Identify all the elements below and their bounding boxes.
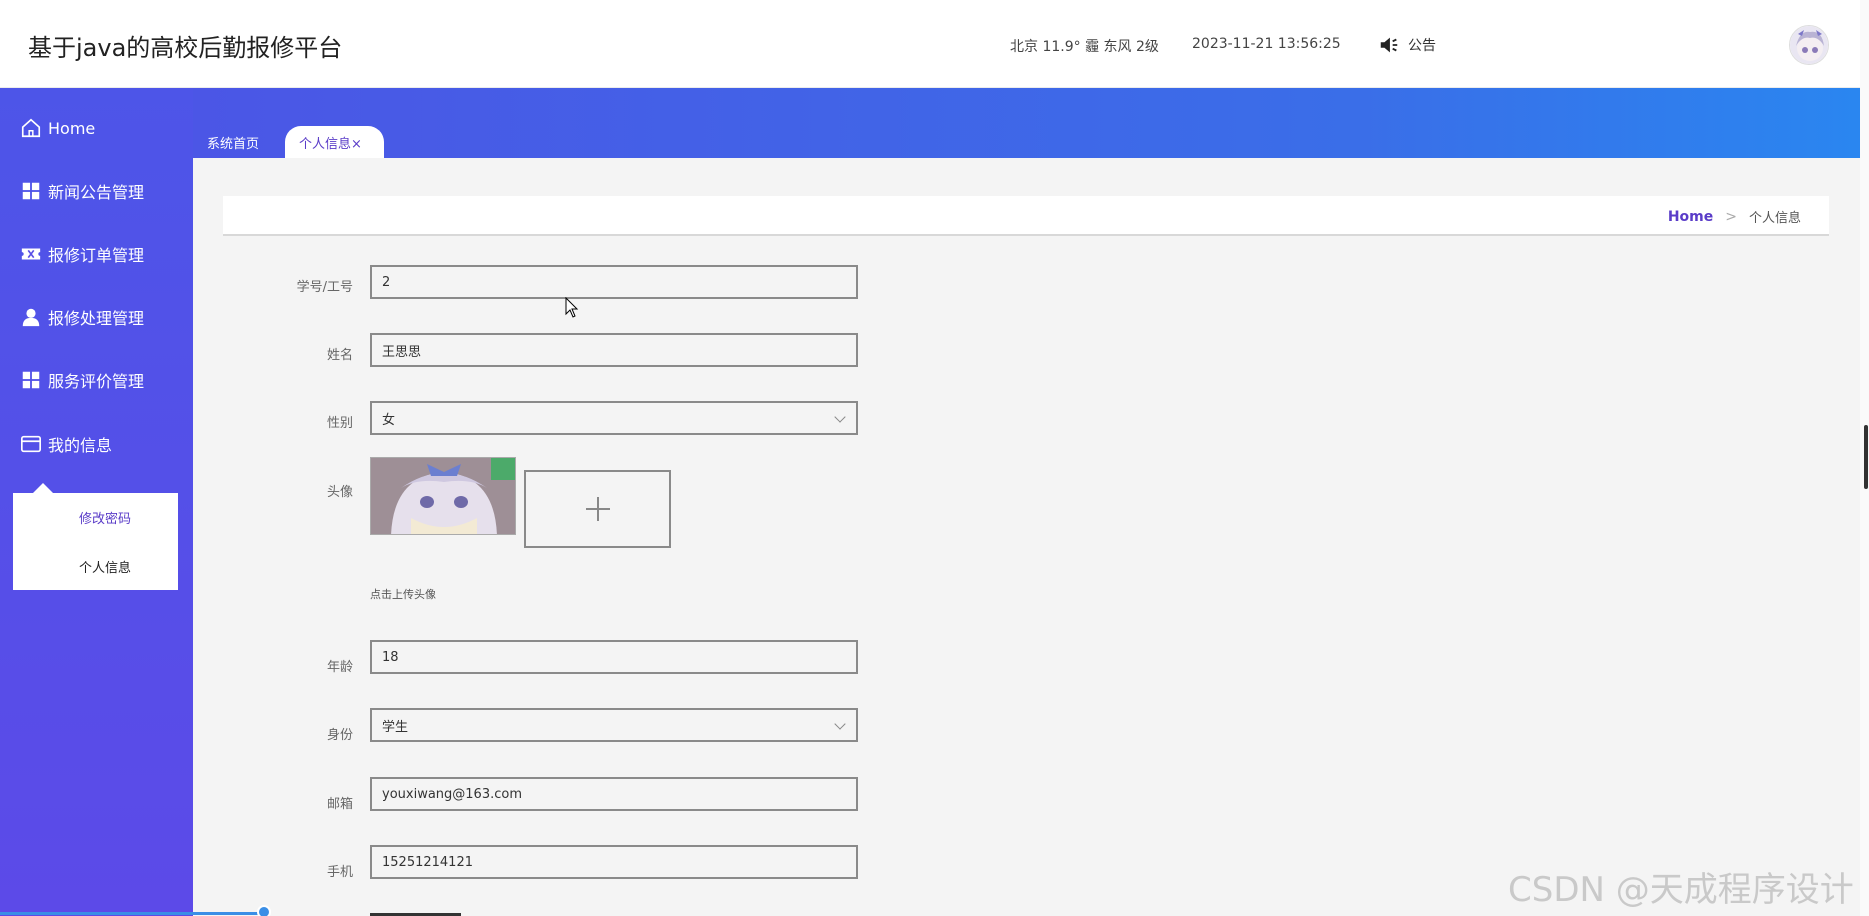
breadcrumb-home[interactable]: Home bbox=[1668, 209, 1713, 225]
name-label: 姓名 bbox=[326, 348, 353, 363]
gender-label: 性别 bbox=[326, 416, 353, 431]
current-datetime: 2023-11-21 13:56:25 bbox=[1192, 36, 1341, 52]
sidebar: Home 新闻公告管理 报修订单管理 报修处理管理 服务评价管理 我的信息 修改… bbox=[0, 88, 193, 916]
upload-hint: 点击上传头像 bbox=[370, 588, 436, 601]
breadcrumb-separator: > bbox=[1725, 208, 1737, 225]
mouse-cursor-icon bbox=[565, 297, 579, 318]
phone-field[interactable]: 15251214121 bbox=[370, 845, 858, 879]
tab-strip: 系统首页 个人信息× bbox=[193, 88, 1860, 158]
avatar-preview bbox=[370, 457, 516, 535]
id-field[interactable]: 2 bbox=[370, 265, 858, 299]
main-content: Home > 个人信息 学号/工号 2 姓名 王思思 性别 女 头像 点击上传头… bbox=[193, 158, 1860, 916]
grid-icon bbox=[20, 369, 42, 391]
ticket-icon bbox=[20, 243, 42, 265]
myinfo-submenu: 修改密码 个人信息 bbox=[13, 483, 178, 590]
plus-icon bbox=[585, 497, 610, 521]
sidebar-item-label: 报修订单管理 bbox=[48, 246, 145, 265]
phone-label: 手机 bbox=[326, 865, 353, 880]
sidebar-item-label: 我的信息 bbox=[48, 436, 113, 455]
top-header: 基于java的高校后勤报修平台 北京 11.9° 霾 东风 2级 2023-11… bbox=[0, 0, 1860, 88]
scrollbar-thumb[interactable] bbox=[1864, 425, 1868, 489]
grid-icon bbox=[20, 180, 42, 202]
age-label: 年龄 bbox=[326, 660, 353, 675]
submenu-change-password[interactable]: 修改密码 bbox=[79, 508, 131, 527]
sidebar-item-home[interactable]: Home bbox=[20, 110, 95, 146]
avatar-label: 头像 bbox=[326, 485, 353, 500]
user-avatar[interactable] bbox=[1789, 25, 1829, 65]
submenu-personal-info[interactable]: 个人信息 bbox=[79, 557, 131, 576]
progress-handle[interactable] bbox=[257, 905, 271, 916]
home-icon bbox=[20, 117, 42, 139]
app-title: 基于java的高校后勤报修平台 bbox=[28, 34, 343, 62]
progress-bar bbox=[0, 912, 265, 915]
breadcrumb: Home > 个人信息 bbox=[223, 196, 1829, 236]
gender-select[interactable]: 女 bbox=[370, 401, 858, 435]
breadcrumb-current: 个人信息 bbox=[1748, 211, 1801, 226]
weather-info: 北京 11.9° 霾 东风 2级 bbox=[1010, 39, 1159, 55]
id-label: 学号/工号 bbox=[296, 280, 353, 295]
tab-personal-info[interactable]: 个人信息× bbox=[285, 126, 384, 158]
email-label: 邮箱 bbox=[326, 797, 353, 812]
speaker-icon bbox=[1380, 37, 1398, 53]
sidebar-item-label: 服务评价管理 bbox=[48, 372, 145, 391]
sidebar-item-processing[interactable]: 报修处理管理 bbox=[20, 299, 144, 335]
card-icon bbox=[20, 433, 42, 455]
email-field[interactable]: youxiwang@163.com bbox=[370, 777, 858, 811]
name-field[interactable]: 王思思 bbox=[370, 333, 858, 367]
sidebar-item-reviews[interactable]: 服务评价管理 bbox=[20, 362, 144, 398]
age-field[interactable]: 18 bbox=[370, 640, 858, 674]
notice-button[interactable]: 公告 bbox=[1378, 34, 1436, 56]
avatar-upload-button[interactable] bbox=[524, 470, 671, 548]
sidebar-item-label: 报修处理管理 bbox=[48, 309, 145, 328]
role-select[interactable]: 学生 bbox=[370, 708, 858, 742]
sidebar-item-label: Home bbox=[48, 118, 96, 138]
role-label: 身份 bbox=[326, 728, 353, 743]
tab-system-home[interactable]: 系统首页 bbox=[193, 126, 273, 158]
sidebar-item-orders[interactable]: 报修订单管理 bbox=[20, 236, 144, 272]
notice-label: 公告 bbox=[1408, 38, 1436, 54]
watermark: CSDN @天成程序设计 bbox=[1508, 870, 1854, 910]
sidebar-item-myinfo[interactable]: 我的信息 bbox=[20, 426, 112, 462]
user-icon bbox=[20, 306, 42, 328]
sidebar-item-label: 新闻公告管理 bbox=[48, 183, 145, 202]
sidebar-item-news[interactable]: 新闻公告管理 bbox=[20, 173, 144, 209]
